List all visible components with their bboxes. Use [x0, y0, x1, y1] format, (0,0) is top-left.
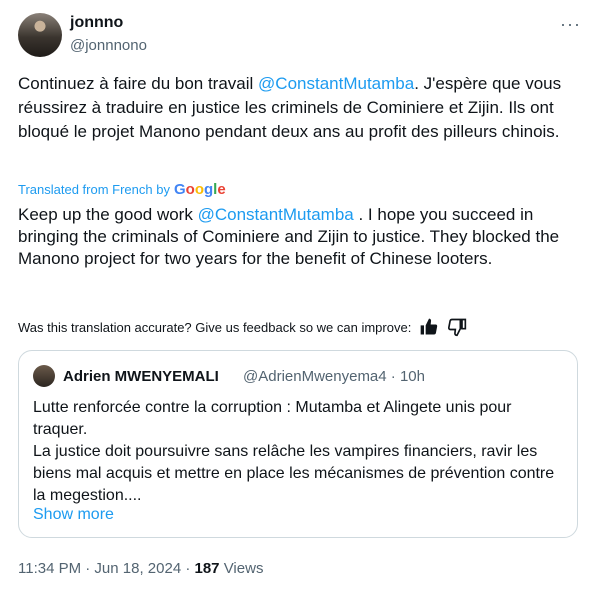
- author-handle[interactable]: @jonnnono: [70, 37, 147, 54]
- feedback-text: Was this translation accurate? Give us f…: [18, 319, 412, 335]
- quoted-tweet[interactable]: Adrien MWENYEMALI @AdrienMwenyema4 · 10h…: [18, 350, 578, 538]
- google-logo: Google: [173, 181, 226, 198]
- quote-author-handle: @AdrienMwenyema4 · 10h: [243, 368, 425, 385]
- author-name[interactable]: jonnno: [70, 14, 123, 32]
- tweet-timestamp[interactable]: 11:34 PM · Jun 18, 2024 ·: [18, 560, 195, 577]
- thumbs-down-icon[interactable]: [447, 317, 467, 337]
- avatar[interactable]: [18, 13, 62, 57]
- translation-text: Keep up the good work @ConstantMutamba .…: [18, 204, 578, 270]
- mention-link[interactable]: @ConstantMutamba: [258, 74, 414, 93]
- tweet-text: Continuez à faire du bon travail @Consta…: [18, 72, 578, 144]
- thumbs-up-icon[interactable]: [419, 317, 439, 337]
- translation-text-before: Keep up the good work: [18, 205, 198, 224]
- more-icon[interactable]: ···: [560, 14, 581, 35]
- translated-by[interactable]: Translated from French by Google: [18, 181, 226, 198]
- quote-author-name: Adrien MWENYEMALI: [63, 368, 219, 385]
- views-count: 187: [194, 560, 220, 577]
- tweet-text-before: Continuez à faire du bon travail: [18, 74, 259, 93]
- tweet-meta: 11:34 PM · Jun 18, 2024 · 187 Views: [18, 560, 263, 577]
- translation-feedback: Was this translation accurate? Give us f…: [18, 317, 467, 337]
- translation-mention-link[interactable]: @ConstantMutamba: [198, 205, 354, 224]
- show-more-link[interactable]: Show more: [33, 506, 114, 524]
- translated-label: Translated from French by: [18, 182, 170, 197]
- views-label: Views: [219, 560, 264, 577]
- quote-text: Lutte renforcée contre la corruption : M…: [33, 399, 555, 504]
- quote-avatar: [33, 365, 55, 387]
